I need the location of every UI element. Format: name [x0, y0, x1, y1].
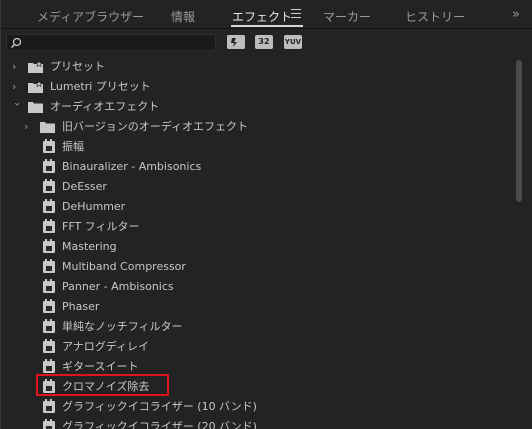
audio-effect-icon: [43, 139, 55, 153]
preset-folder-icon: [28, 61, 43, 73]
effects-toolbar: 32 YUV: [1, 29, 532, 56]
tab-effects[interactable]: エフェクト: [232, 8, 292, 25]
effect-item[interactable]: Multiband Compressor: [1, 257, 513, 277]
audio-effect-icon: [43, 339, 55, 353]
audio-effect-icon: [43, 399, 55, 413]
tree-item-audio-effects[interactable]: › オーディオエフェクト: [1, 97, 513, 117]
audio-effect-icon: [43, 179, 55, 193]
overflow-tabs-icon[interactable]: »: [512, 7, 520, 22]
audio-effect-icon: [43, 259, 55, 273]
chevron-right-icon[interactable]: ›: [12, 77, 22, 97]
effect-label: Phaser: [62, 300, 100, 313]
folder-icon: [40, 122, 55, 133]
chevron-right-icon[interactable]: ›: [12, 57, 22, 77]
yuv-effects-icon[interactable]: YUV: [284, 35, 302, 49]
tree-item-label: プリセット: [50, 60, 105, 73]
audio-effect-icon: [43, 319, 55, 333]
32bit-color-icon[interactable]: 32: [255, 35, 273, 49]
tab-info[interactable]: 情報: [171, 8, 195, 25]
effect-label: グラフィックイコライザー (20 バンド): [62, 420, 257, 429]
audio-effect-icon: [43, 419, 55, 429]
active-tab-indicator: [231, 25, 303, 27]
tab-bar: メディアブラウザー 情報 エフェクト マーカー ヒストリー »: [1, 0, 532, 29]
tree-item-label: Lumetri プリセット: [50, 80, 151, 93]
folder-icon: [28, 102, 43, 113]
panel-menu-icon[interactable]: [291, 9, 301, 18]
vertical-scrollbar[interactable]: [515, 56, 523, 429]
effect-label: DeHummer: [62, 200, 126, 213]
tab-markers[interactable]: マーカー: [323, 8, 371, 25]
effect-item[interactable]: グラフィックイコライザー (20 バンド): [1, 417, 513, 429]
audio-effect-icon: [43, 199, 55, 213]
search-icon: [10, 37, 22, 49]
effect-item[interactable]: DeEsser: [1, 177, 513, 197]
tree-item-lumetri-presets[interactable]: › Lumetri プリセット: [1, 77, 513, 97]
audio-effect-icon: [43, 239, 55, 253]
tree-item-legacy-audio-effects[interactable]: › 旧バージョンのオーディオエフェクト: [1, 117, 513, 137]
audio-effect-icon: [43, 219, 55, 233]
search-input[interactable]: [6, 34, 216, 51]
tree-item-presets[interactable]: › プリセット: [1, 57, 513, 77]
audio-effect-icon: [43, 359, 55, 373]
effect-label: Mastering: [62, 240, 117, 253]
scrollbar-thumb[interactable]: [516, 60, 522, 202]
tab-history[interactable]: ヒストリー: [405, 8, 465, 25]
effect-label: FFT フィルター: [62, 220, 140, 233]
effect-item[interactable]: Panner - Ambisonics: [1, 277, 513, 297]
tab-media-browser[interactable]: メディアブラウザー: [37, 8, 144, 25]
effect-item[interactable]: アナログディレイ: [1, 337, 513, 357]
audio-effect-icon: [43, 299, 55, 313]
audio-effect-icon: [43, 159, 55, 173]
effect-item[interactable]: グラフィックイコライザー (10 バンド): [1, 397, 513, 417]
tree-item-label: 旧バージョンのオーディオエフェクト: [62, 120, 249, 133]
effect-label: Multiband Compressor: [62, 260, 186, 273]
effect-label: Binauralizer - Ambisonics: [62, 160, 202, 173]
effect-item[interactable]: 振幅: [1, 137, 513, 157]
effect-label: アナログディレイ: [62, 340, 150, 353]
chevron-right-icon[interactable]: ›: [24, 117, 34, 137]
effect-label: DeEsser: [62, 180, 107, 193]
effect-label: グラフィックイコライザー (10 バンド): [62, 400, 257, 413]
effect-label: Panner - Ambisonics: [62, 280, 174, 293]
effects-panel: メディアブラウザー 情報 エフェクト マーカー ヒストリー » 32 YUV ›…: [0, 0, 532, 429]
effect-item[interactable]: 単純なノッチフィルター: [1, 317, 513, 337]
effect-label: 振幅: [62, 140, 84, 153]
effect-item[interactable]: FFT フィルター: [1, 217, 513, 237]
effect-item[interactable]: Phaser: [1, 297, 513, 317]
preset-folder-icon: [28, 81, 43, 93]
tree-item-label: オーディオエフェクト: [50, 100, 160, 113]
effect-item[interactable]: DeHummer: [1, 197, 513, 217]
highlight-box: [36, 374, 169, 396]
accelerated-effects-icon[interactable]: [227, 35, 245, 49]
effect-label: 単純なノッチフィルター: [62, 320, 183, 333]
chevron-down-icon[interactable]: ›: [7, 102, 27, 112]
effect-item[interactable]: Mastering: [1, 237, 513, 257]
audio-effect-icon: [43, 279, 55, 293]
effect-item[interactable]: Binauralizer - Ambisonics: [1, 157, 513, 177]
